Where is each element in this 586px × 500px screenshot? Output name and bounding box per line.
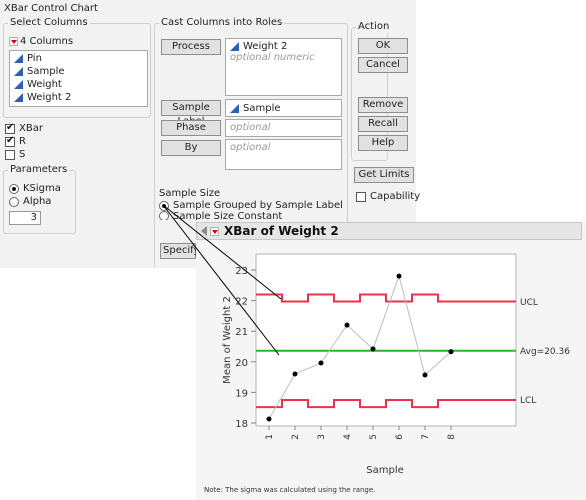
sample-label-role-box[interactable]: Sample bbox=[225, 99, 342, 117]
list-item[interactable]: Sample bbox=[10, 65, 147, 78]
checkbox-icon[interactable] bbox=[356, 191, 366, 202]
by-role-box[interactable]: optional bbox=[225, 139, 342, 170]
checkbox-icon[interactable] bbox=[5, 135, 15, 147]
parameters-label: Parameters bbox=[8, 164, 70, 176]
xbar-checkbox[interactable]: XBar bbox=[5, 122, 43, 134]
sample-label-value: Sample bbox=[243, 102, 281, 114]
ksigma-value-input[interactable]: 3 bbox=[9, 211, 41, 225]
report-header[interactable]: XBar of Weight 2 bbox=[196, 222, 582, 240]
sample-label-button[interactable]: Sample Label bbox=[161, 100, 221, 127]
recall-button[interactable]: Recall bbox=[358, 116, 408, 132]
dialog-title: XBar Control Chart bbox=[4, 3, 98, 14]
sample-grouped-radio[interactable]: Sample Grouped by Sample Label bbox=[159, 200, 343, 211]
by-button[interactable]: By bbox=[161, 140, 221, 156]
specify-button[interactable]: Specify bbox=[160, 243, 199, 259]
help-button[interactable]: Help bbox=[358, 135, 408, 151]
ok-button[interactable]: OK bbox=[358, 38, 408, 54]
checkbox-icon[interactable] bbox=[5, 149, 15, 160]
radio-icon[interactable] bbox=[9, 196, 19, 207]
disclosure-icon[interactable] bbox=[201, 226, 207, 236]
select-columns-group: Select Columns 4 Columns Pin Sample Weig… bbox=[3, 17, 151, 118]
continuous-icon bbox=[14, 67, 23, 76]
process-hint: optional numeric bbox=[230, 52, 315, 63]
process-role-box[interactable]: Weight 2 optional numeric bbox=[225, 38, 342, 96]
list-item[interactable]: Pin bbox=[10, 52, 147, 65]
process-value: Weight 2 bbox=[243, 41, 288, 52]
radio-icon[interactable] bbox=[159, 211, 169, 220]
cast-roles-label: Cast Columns into Roles bbox=[159, 17, 285, 29]
r-checkbox[interactable]: R bbox=[5, 135, 26, 147]
sigma-note: Note: The sigma was calculated using the… bbox=[204, 486, 376, 494]
xbar-report: XBar of Weight 2 Note: The sigma was cal… bbox=[196, 222, 586, 500]
continuous-icon bbox=[230, 103, 239, 113]
radio-icon[interactable] bbox=[159, 200, 169, 211]
checkbox-icon[interactable] bbox=[5, 122, 15, 134]
phase-button[interactable]: Phase bbox=[161, 120, 221, 136]
column-list[interactable]: Pin Sample Weight Weight 2 bbox=[9, 50, 148, 107]
continuous-icon bbox=[14, 93, 23, 102]
ksigma-radio[interactable]: KSigma bbox=[9, 183, 61, 194]
alpha-radio[interactable]: Alpha bbox=[9, 196, 51, 207]
list-item[interactable]: Weight 2 bbox=[10, 91, 147, 104]
column-count: 4 Columns bbox=[20, 36, 74, 47]
cancel-button[interactable]: Cancel bbox=[358, 57, 408, 73]
sample-size-constant-radio[interactable]: Sample Size Constant bbox=[159, 211, 282, 220]
list-item[interactable]: Weight bbox=[10, 78, 147, 91]
capability-checkbox[interactable]: Capability bbox=[356, 191, 420, 202]
red-triangle-menu-icon[interactable] bbox=[210, 226, 219, 236]
get-limits-button[interactable]: Get Limits bbox=[354, 167, 414, 183]
s-checkbox[interactable]: S bbox=[5, 149, 25, 160]
radio-icon[interactable] bbox=[9, 183, 19, 194]
remove-button[interactable]: Remove bbox=[358, 97, 408, 113]
continuous-icon bbox=[14, 80, 23, 89]
action-label: Action bbox=[356, 21, 392, 33]
phase-role-box[interactable]: optional bbox=[225, 119, 342, 137]
continuous-icon bbox=[14, 54, 23, 63]
report-title: XBar of Weight 2 bbox=[224, 224, 339, 238]
sample-size-label: Sample Size bbox=[159, 188, 221, 199]
select-columns-label: Select Columns bbox=[8, 17, 90, 29]
parameters-group: Parameters KSigma Alpha 3 bbox=[3, 164, 76, 234]
continuous-icon bbox=[230, 42, 239, 51]
process-button[interactable]: Process bbox=[161, 39, 221, 55]
red-triangle-menu-icon[interactable] bbox=[9, 37, 18, 46]
